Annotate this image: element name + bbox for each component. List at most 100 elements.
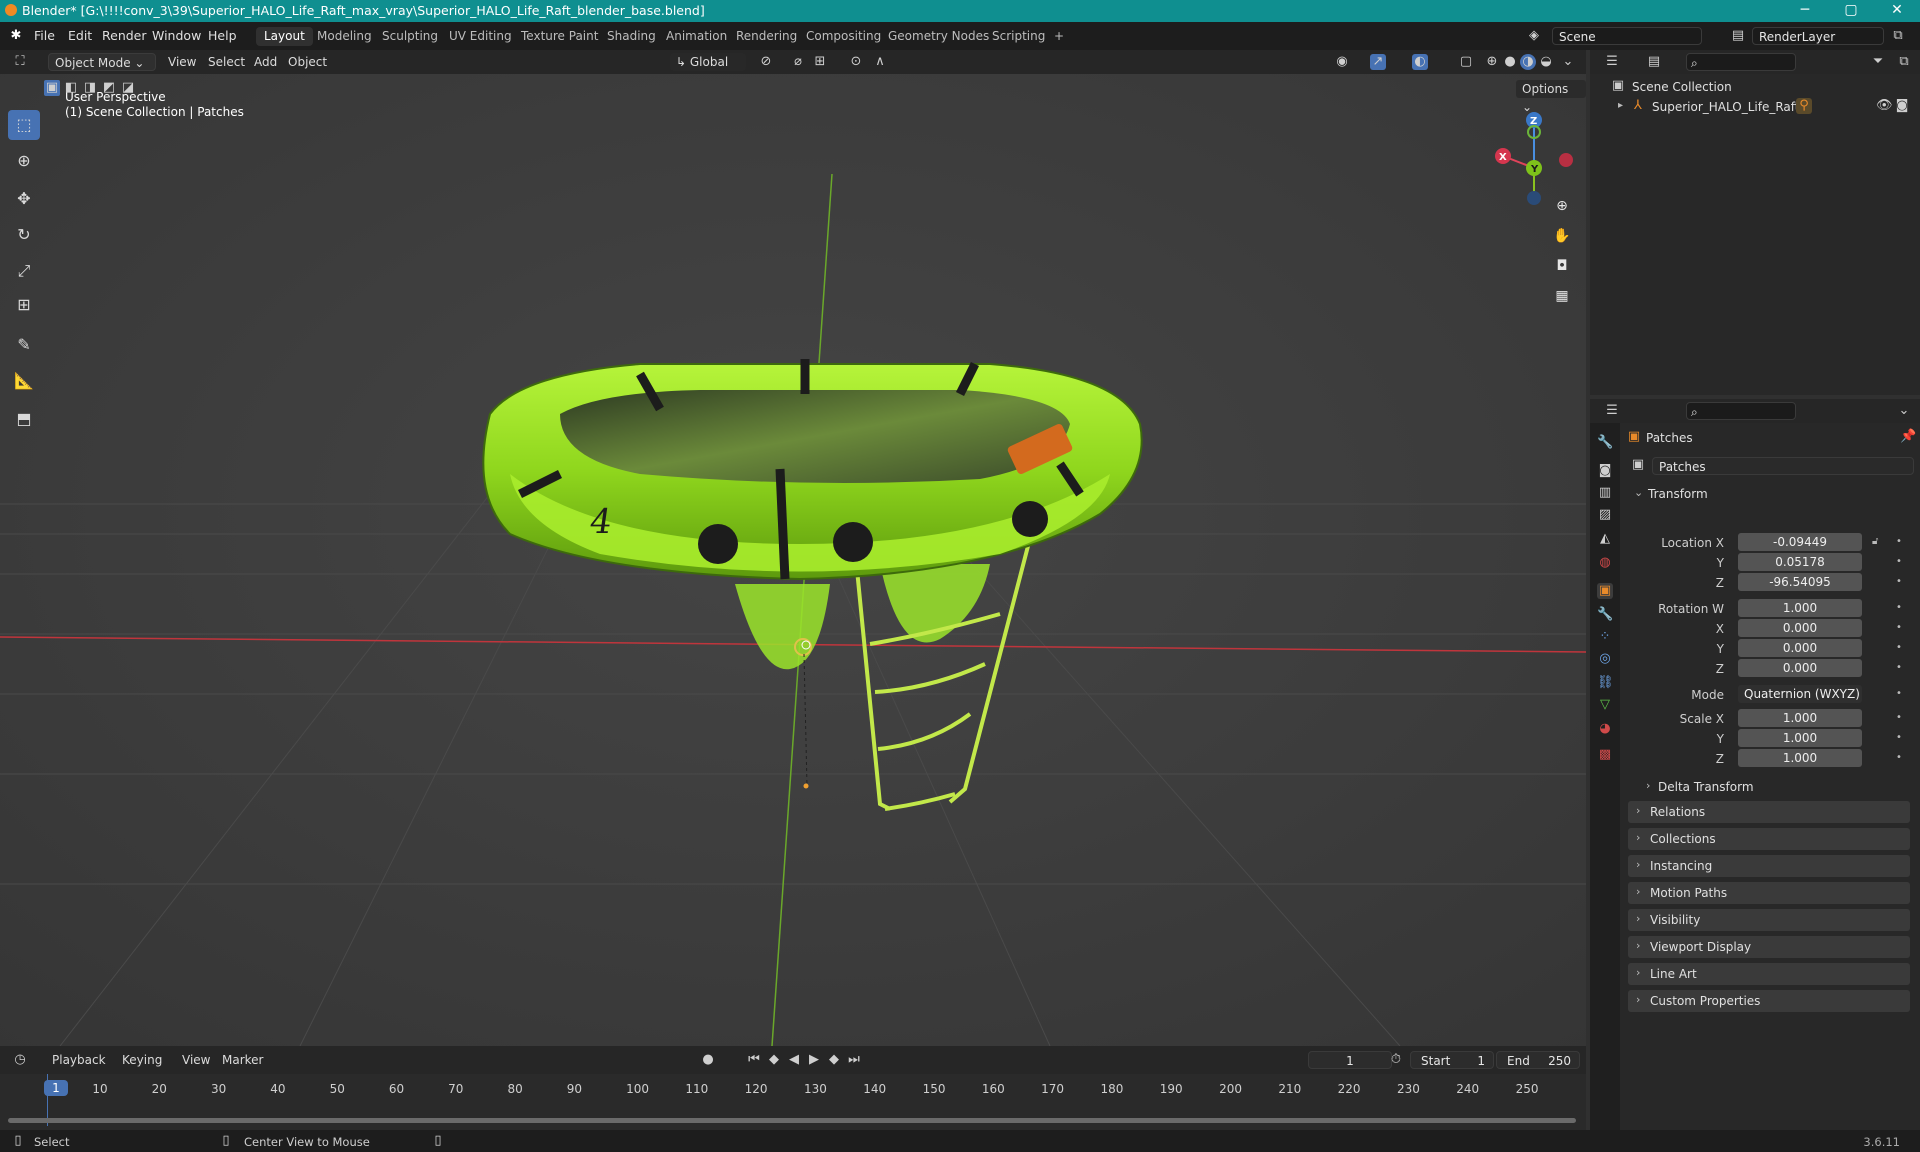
properties-type-icon[interactable]: ☰ (1604, 403, 1620, 419)
prev-keyframe-icon[interactable]: ◆ (766, 1052, 782, 1068)
rotation-z-field[interactable]: 0.000 (1738, 659, 1862, 677)
jump-end-icon[interactable]: ⏭ (846, 1052, 862, 1068)
panel-motion-paths[interactable]: › Motion Paths (1628, 882, 1910, 904)
scene-icon[interactable]: ◈ (1526, 28, 1542, 44)
tab-uv-editing[interactable]: UV Editing (441, 27, 520, 46)
transform-tool-icon[interactable]: ⊞ (8, 290, 40, 320)
menu-view[interactable]: View (168, 55, 196, 69)
playhead-frame[interactable]: 1 (44, 1080, 68, 1096)
panel-custom-properties[interactable]: › Custom Properties (1628, 990, 1910, 1012)
scale-tool-icon[interactable]: ⤢ (8, 256, 40, 286)
panel-instancing[interactable]: › Instancing (1628, 855, 1910, 877)
solid-shading-icon[interactable]: ● (1502, 54, 1518, 70)
properties-search-input[interactable]: ⌕ (1686, 402, 1796, 420)
perspective-toggle-icon[interactable]: ▦ (1548, 282, 1576, 310)
menu-select[interactable]: Select (208, 55, 245, 69)
tab-geometry-nodes[interactable]: Geometry Nodes (880, 27, 997, 46)
stopwatch-icon[interactable]: ⏱ (1388, 1052, 1404, 1068)
keyframe-dot-icon[interactable]: • (1896, 712, 1902, 723)
start-frame-field[interactable]: Start 1 (1410, 1051, 1494, 1069)
object-data-icon[interactable]: ⚲ (1796, 98, 1812, 114)
3d-viewport[interactable]: 4 User Perspective (1) Scene Collection … (0, 74, 1586, 1046)
menu-help[interactable]: Help (208, 28, 237, 43)
keyframe-dot-icon[interactable]: • (1896, 556, 1902, 567)
proportional-edit-icon[interactable]: ⊙ (848, 54, 864, 70)
keyframe-dot-icon[interactable]: • (1896, 602, 1902, 613)
next-keyframe-icon[interactable]: ◆ (826, 1052, 842, 1068)
jump-start-icon[interactable]: ⏮ (746, 1052, 762, 1068)
material-shading-icon[interactable]: ◑ (1520, 54, 1536, 70)
panel-line-art[interactable]: › Line Art (1628, 963, 1910, 985)
tab-modeling[interactable]: Modeling (309, 27, 380, 46)
lock-icon[interactable]: 🔓︎ (1872, 536, 1878, 547)
mode-dropdown[interactable]: Object Mode ⌄ (48, 53, 156, 71)
select-new-icon[interactable]: ▣ (44, 80, 60, 96)
menu-render[interactable]: Render (102, 28, 147, 43)
play-reverse-icon[interactable]: ◀ (786, 1052, 802, 1068)
rendered-shading-icon[interactable]: ◒ (1538, 54, 1554, 70)
outliner-type-icon[interactable]: ☰ (1604, 54, 1620, 70)
keyframe-dot-icon[interactable]: • (1896, 576, 1902, 587)
outliner-item-raft[interactable]: Superior_HALO_Life_Raft (1652, 100, 1799, 114)
editor-type-icon[interactable]: ⛶ (12, 54, 28, 70)
tab-scripting[interactable]: Scripting (984, 27, 1053, 46)
cursor-tool-icon[interactable]: ⊕ (8, 146, 40, 176)
select-extend-icon[interactable]: ◧ (63, 80, 79, 96)
minimize-button[interactable]: ─ (1782, 0, 1828, 22)
tab-texture-paint[interactable]: Texture Paint (513, 27, 606, 46)
menu-file[interactable]: File (34, 28, 55, 43)
keyframe-dot-icon[interactable]: • (1896, 662, 1902, 673)
add-cube-tool-icon[interactable]: ⬒ (8, 404, 40, 434)
renderlayer-icon[interactable]: ▤ (1730, 28, 1746, 44)
orientation-dropdown[interactable]: ↳ Global ⌄ (670, 53, 746, 87)
record-icon[interactable]: ● (700, 1052, 716, 1068)
tab-rendering[interactable]: Rendering (728, 27, 805, 46)
falloff-icon[interactable]: ∧ (872, 54, 888, 70)
tab-layout[interactable]: Layout (256, 27, 313, 46)
close-window-button[interactable]: ✕ (1874, 0, 1920, 22)
select-intersect-icon[interactable]: ◪ (120, 80, 136, 96)
panel-viewport-display[interactable]: › Viewport Display (1628, 936, 1910, 958)
transform-panel-header[interactable]: ⌄ Transform (1628, 483, 1914, 505)
timeline-editor-icon[interactable]: ◷ (12, 1052, 28, 1068)
blender-menu-icon[interactable]: ✱ (8, 28, 24, 44)
scale-y-field[interactable]: 1.000 (1738, 729, 1862, 747)
keyframe-dot-icon[interactable]: • (1896, 752, 1902, 763)
panel-relations[interactable]: › Relations (1628, 801, 1910, 823)
outliner-search-input[interactable]: ⌕ (1686, 53, 1796, 71)
rotation-x-field[interactable]: 0.000 (1738, 619, 1862, 637)
view-layer-tab-icon[interactable]: ▨ (1597, 507, 1613, 523)
scale-x-field[interactable]: 1.000 (1738, 709, 1862, 727)
scene-collection-label[interactable]: Scene Collection (1632, 80, 1732, 94)
options-dropdown[interactable]: Options ⌄ (1516, 80, 1586, 114)
zoom-icon[interactable]: ⊕ (1548, 192, 1576, 220)
snap-icon[interactable]: ⌀ (790, 54, 806, 70)
menu-object[interactable]: Object (288, 55, 327, 69)
snap-target-icon[interactable]: ⊞ (812, 54, 828, 70)
pan-hand-icon[interactable]: ✋ (1548, 222, 1576, 250)
tab-animation[interactable]: Animation (658, 27, 735, 46)
keyframe-dot-icon[interactable]: • (1896, 642, 1902, 653)
output-tab-icon[interactable]: ▥ (1597, 485, 1613, 501)
camera-view-icon[interactable]: ◘ (1548, 252, 1576, 280)
menu-window[interactable]: Window (152, 28, 201, 43)
object-browse-icon[interactable]: ▣ (1630, 457, 1646, 473)
measure-tool-icon[interactable]: 📐 (8, 366, 40, 396)
keyframe-dot-icon[interactable]: • (1896, 688, 1902, 699)
tab-sculpting[interactable]: Sculpting (374, 27, 446, 46)
select-subtract-icon[interactable]: ◨ (82, 80, 98, 96)
rotation-mode-dropdown[interactable]: Quaternion (WXYZ) ⌄ (1738, 685, 1862, 719)
keyframe-dot-icon[interactable]: • (1896, 732, 1902, 743)
panel-collections[interactable]: › Collections (1628, 828, 1910, 850)
tab-shading[interactable]: Shading (599, 27, 664, 46)
wireframe-shading-icon[interactable]: ⊕ (1484, 54, 1500, 70)
annotate-tool-icon[interactable]: ✎ (8, 330, 40, 360)
rotation-w-field[interactable]: 1.000 (1738, 599, 1862, 617)
render-tab-icon[interactable]: ◙ (1597, 463, 1613, 479)
visibility-icon[interactable]: ◉ (1334, 54, 1350, 70)
tab-compositing[interactable]: Compositing (798, 27, 889, 46)
camera-render-icon[interactable]: ◙ (1894, 98, 1910, 114)
select-box-tool-icon[interactable]: ⬚ (8, 110, 40, 140)
properties-options-icon[interactable]: ⌄ (1896, 403, 1912, 419)
move-tool-icon[interactable]: ✥ (8, 184, 40, 214)
